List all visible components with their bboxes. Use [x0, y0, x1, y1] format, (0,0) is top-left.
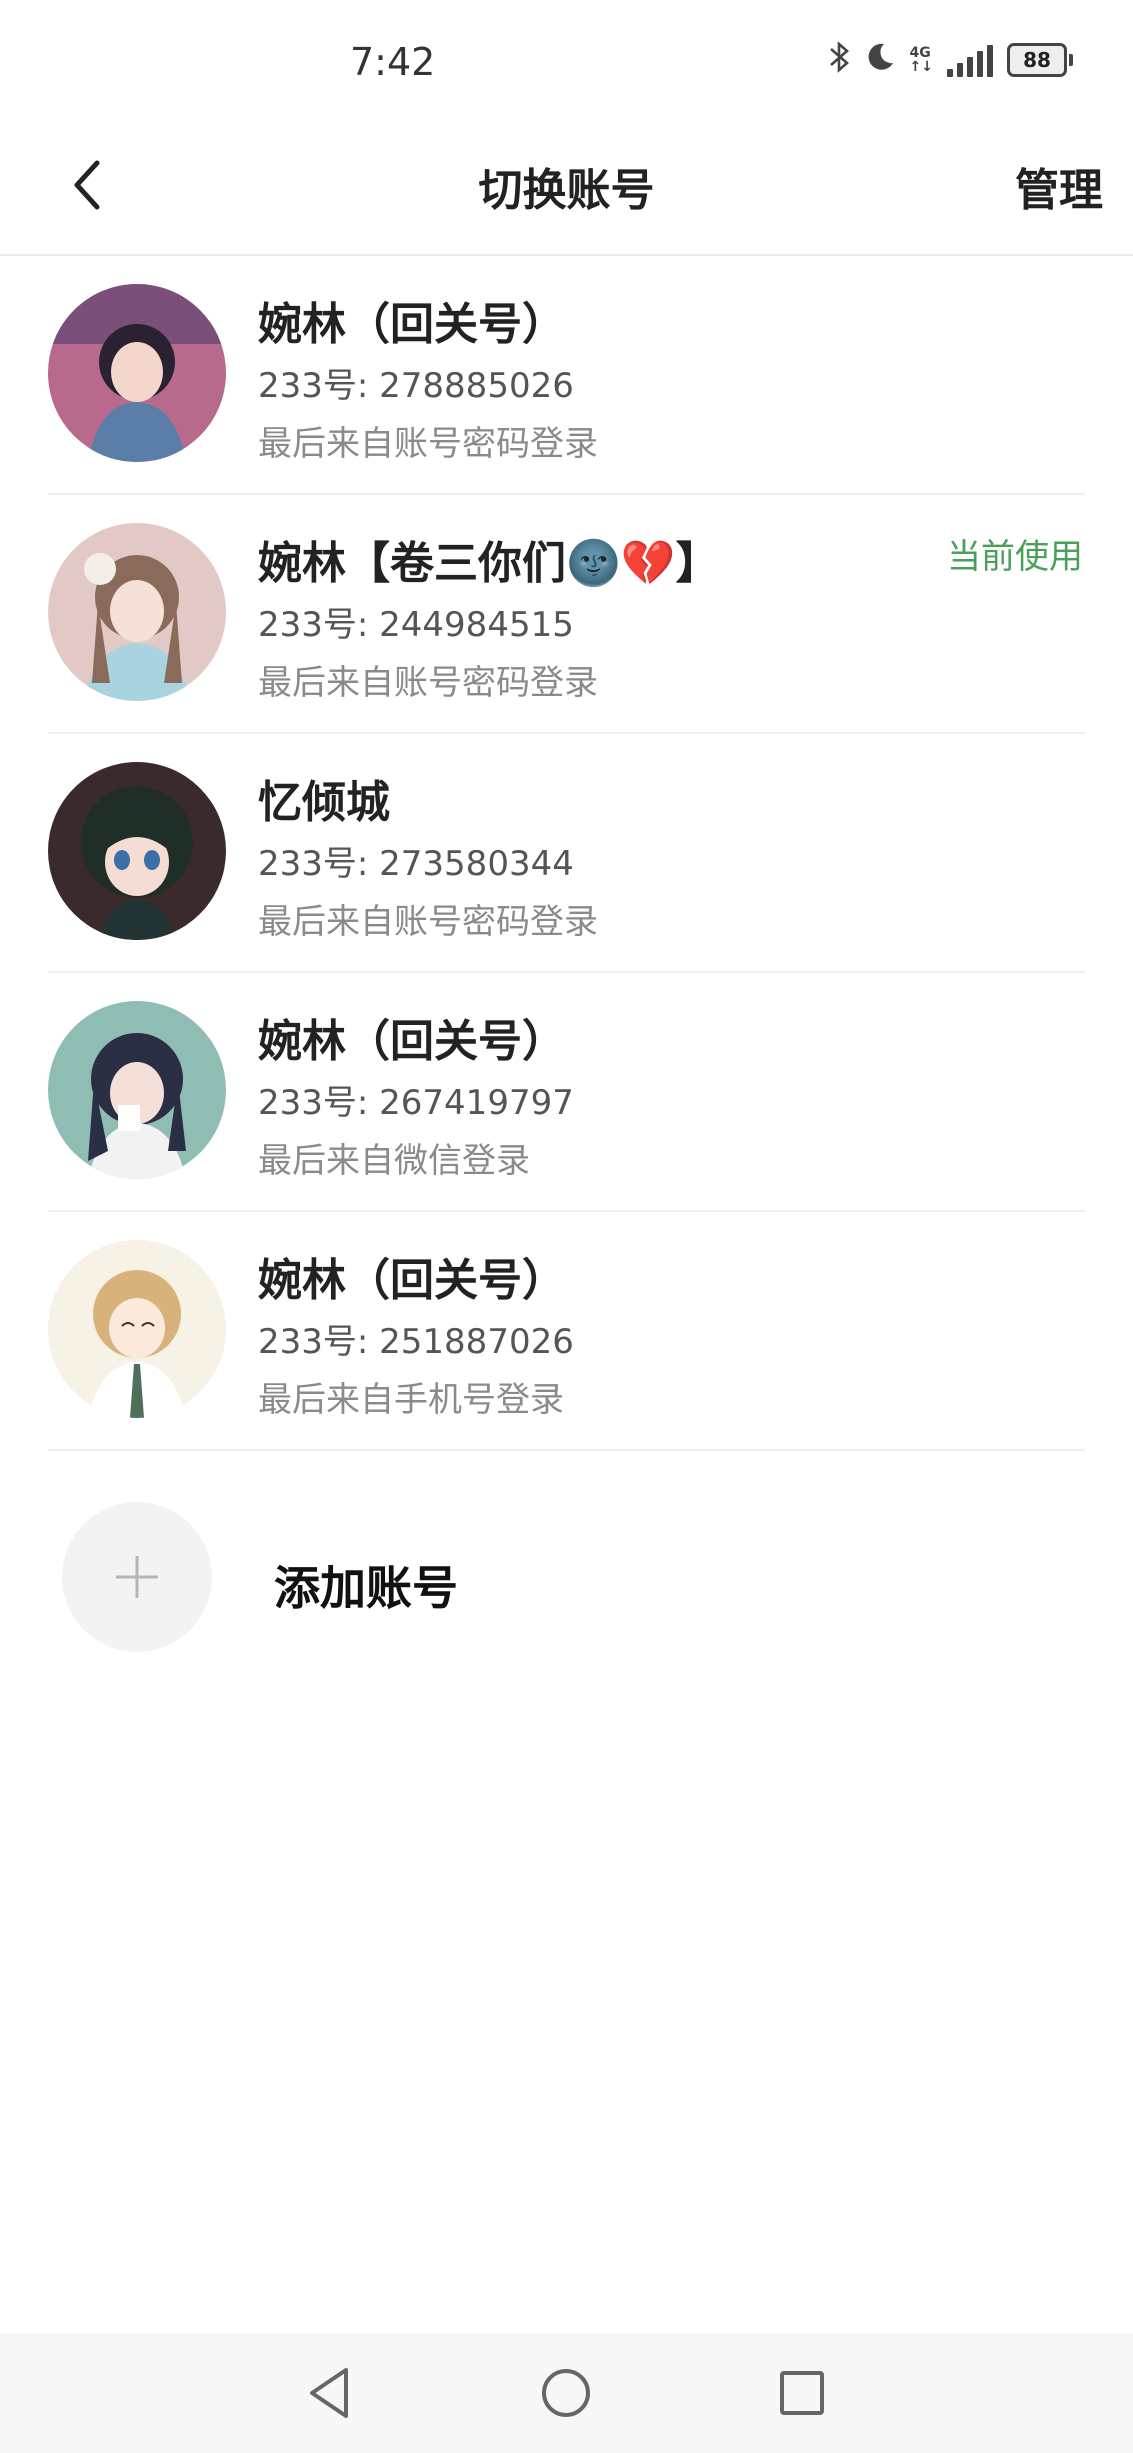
login-method: 最后来自微信登录	[258, 1141, 530, 1181]
add-account-button[interactable]: 添加账号	[0, 1456, 1133, 1652]
account-name: 婉林（回关号）	[258, 299, 566, 350]
avatar	[48, 1240, 226, 1418]
plus-icon	[116, 1556, 158, 1598]
add-account-label: 添加账号	[274, 1561, 458, 1615]
network-type: 4G ↑↓	[909, 45, 933, 75]
account-name: 婉林（回关号）	[258, 1255, 566, 1306]
account-item[interactable]: 婉林（回关号） 233号: 251887026 最后来自手机号登录	[0, 1212, 1133, 1451]
bluetooth-icon	[828, 40, 850, 80]
nav-home-button[interactable]	[534, 2361, 598, 2425]
account-id: 233号: 267419797	[258, 1083, 574, 1123]
manage-button[interactable]: 管理	[1015, 154, 1103, 218]
login-method: 最后来自账号密码登录	[258, 902, 598, 942]
account-list: 婉林（回关号） 233号: 278885026 最后来自账号密码登录 婉林【卷三…	[0, 256, 1133, 1451]
avatar	[48, 523, 226, 701]
avatar	[48, 284, 226, 462]
divider	[48, 1449, 1085, 1451]
account-item[interactable]: 婉林【卷三你们🌚💔】 233号: 244984515 最后来自账号密码登录 当前…	[0, 495, 1133, 734]
moon-icon	[864, 41, 896, 79]
triangle-back-icon	[310, 2368, 348, 2418]
avatar	[48, 762, 226, 940]
avatar	[48, 1001, 226, 1179]
account-id: 233号: 244984515	[258, 605, 574, 645]
nav-back-button[interactable]	[298, 2361, 362, 2425]
system-nav-bar	[0, 2333, 1133, 2453]
account-id: 233号: 278885026	[258, 366, 574, 406]
circle-home-icon	[542, 2369, 590, 2417]
square-recents-icon	[780, 2371, 824, 2415]
account-item[interactable]: 婉林（回关号） 233号: 267419797 最后来自微信登录	[0, 973, 1133, 1212]
add-account-circle	[62, 1502, 212, 1652]
battery-icon: 88	[1007, 43, 1073, 77]
header: 切换账号 管理	[0, 120, 1133, 256]
current-account-badge: 当前使用	[947, 537, 1083, 577]
status-icons: 4G ↑↓ 88	[828, 40, 1073, 80]
login-method: 最后来自账号密码登录	[258, 424, 598, 464]
battery-level: 88	[1007, 43, 1067, 77]
account-item[interactable]: 婉林（回关号） 233号: 278885026 最后来自账号密码登录	[0, 256, 1133, 495]
login-method: 最后来自账号密码登录	[258, 663, 598, 703]
nav-recents-button[interactable]	[770, 2361, 834, 2425]
account-name: 婉林【卷三你们🌚💔】	[258, 538, 720, 589]
login-method: 最后来自手机号登录	[258, 1380, 564, 1420]
signal-icon	[947, 43, 993, 77]
page-title: 切换账号	[478, 165, 655, 216]
account-id: 233号: 251887026	[258, 1322, 574, 1362]
account-item[interactable]: 忆倾城 233号: 273580344 最后来自账号密码登录	[0, 734, 1133, 973]
status-time: 7:42	[350, 40, 436, 84]
account-name: 婉林（回关号）	[258, 1016, 566, 1067]
account-id: 233号: 273580344	[258, 844, 574, 884]
status-bar: 7:42 4G ↑↓ 88	[0, 0, 1133, 120]
account-name: 忆倾城	[258, 777, 390, 828]
